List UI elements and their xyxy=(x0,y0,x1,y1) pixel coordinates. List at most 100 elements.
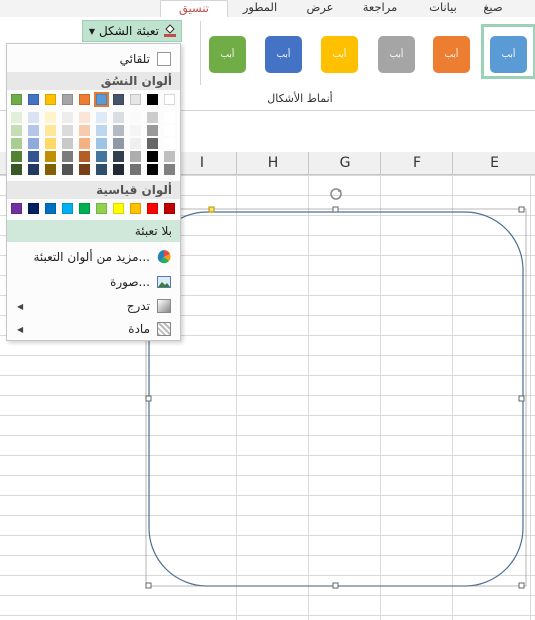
standard-color-swatch[interactable] xyxy=(164,203,175,214)
theme-color-shade-swatch[interactable] xyxy=(45,164,56,175)
theme-color-shade-swatch[interactable] xyxy=(113,164,124,175)
standard-color-swatch[interactable] xyxy=(62,203,73,214)
theme-color-swatch[interactable] xyxy=(62,94,73,105)
theme-color-shade-swatch[interactable] xyxy=(164,138,175,149)
theme-color-shade-swatch[interactable] xyxy=(113,125,124,136)
theme-color-shade-swatch[interactable] xyxy=(62,138,73,149)
column-header[interactable]: E xyxy=(452,152,535,174)
theme-color-shade-swatch[interactable] xyxy=(130,138,141,149)
theme-color-shade-swatch[interactable] xyxy=(96,164,107,175)
theme-color-shade-swatch[interactable] xyxy=(79,164,90,175)
theme-color-shade-swatch[interactable] xyxy=(164,112,175,123)
column-header[interactable]: G xyxy=(308,152,381,174)
theme-color-shade-swatch[interactable] xyxy=(96,125,107,136)
tab-view[interactable]: عرض xyxy=(295,0,345,17)
theme-color-shade-swatch[interactable] xyxy=(130,125,141,136)
menu-item-label: صورة... xyxy=(110,275,150,289)
theme-color-shade-swatch[interactable] xyxy=(45,138,56,149)
theme-color-shade-swatch[interactable] xyxy=(147,112,158,123)
theme-color-shade-swatch[interactable] xyxy=(113,112,124,123)
theme-color-shade-swatch[interactable] xyxy=(62,164,73,175)
texture-icon xyxy=(156,321,172,337)
style-swatch[interactable]: أبب xyxy=(321,36,358,73)
theme-color-swatch[interactable] xyxy=(94,92,109,107)
theme-color-shade-swatch[interactable] xyxy=(113,138,124,149)
tab-developer[interactable]: المطور xyxy=(230,0,290,17)
menu-item-no-fill[interactable]: بلا تعبئة xyxy=(7,220,180,242)
tab-formulas[interactable]: صيغ xyxy=(466,0,520,17)
theme-color-shade-swatch[interactable] xyxy=(96,151,107,162)
theme-color-swatch[interactable] xyxy=(45,94,56,105)
theme-color-shade-swatch[interactable] xyxy=(45,112,56,123)
theme-color-swatch[interactable] xyxy=(130,94,141,105)
standard-color-swatch[interactable] xyxy=(113,203,124,214)
theme-color-shade-swatch[interactable] xyxy=(96,138,107,149)
theme-color-shade-swatch[interactable] xyxy=(45,125,56,136)
theme-color-shade-swatch[interactable] xyxy=(28,138,39,149)
standard-color-swatch[interactable] xyxy=(130,203,141,214)
theme-color-swatch[interactable] xyxy=(28,94,39,105)
theme-color-shade-swatch[interactable] xyxy=(164,164,175,175)
theme-color-shade-swatch[interactable] xyxy=(11,151,22,162)
menu-item-label: مادة xyxy=(128,322,150,336)
chevron-down-icon: ▼ xyxy=(88,26,95,36)
theme-color-shade-swatch[interactable] xyxy=(130,164,141,175)
theme-color-shade-swatch[interactable] xyxy=(164,125,175,136)
tab-data[interactable]: بيانات xyxy=(420,0,466,17)
theme-color-shade-swatch[interactable] xyxy=(62,125,73,136)
column-header[interactable]: F xyxy=(380,152,453,174)
column-header[interactable]: H xyxy=(236,152,309,174)
theme-color-shade-swatch[interactable] xyxy=(147,151,158,162)
menu-item-more-fill-colors[interactable]: مزيد من ألوان التعبئة... xyxy=(7,246,180,268)
menu-item-texture[interactable]: ◀ مادة xyxy=(7,318,180,340)
standard-color-swatch[interactable] xyxy=(11,203,22,214)
theme-color-swatch[interactable] xyxy=(113,94,124,105)
menu-item-label: مزيد من ألوان التعبئة... xyxy=(33,250,150,264)
theme-color-swatch[interactable] xyxy=(79,94,90,105)
theme-color-shade-swatch[interactable] xyxy=(147,164,158,175)
theme-color-shade-swatch[interactable] xyxy=(130,151,141,162)
menu-item-automatic[interactable]: تلقائي xyxy=(7,48,180,70)
menu-item-gradient[interactable]: ◀ تدرج xyxy=(7,295,180,317)
theme-color-shade-swatch[interactable] xyxy=(96,112,107,123)
theme-color-shade-swatch[interactable] xyxy=(28,164,39,175)
standard-color-swatch[interactable] xyxy=(79,203,90,214)
standard-color-swatch[interactable] xyxy=(147,203,158,214)
shape-fill-button[interactable]: ▼ تعبئة الشكل xyxy=(82,20,182,42)
theme-color-shade-swatch[interactable] xyxy=(11,164,22,175)
theme-color-shade-swatch[interactable] xyxy=(11,138,22,149)
style-swatch[interactable]: أبب xyxy=(209,36,246,73)
standard-color-swatch[interactable] xyxy=(28,203,39,214)
style-swatch[interactable]: أبب xyxy=(378,36,415,73)
theme-color-shade-swatch[interactable] xyxy=(11,125,22,136)
theme-color-shade-swatch[interactable] xyxy=(130,112,141,123)
tab-review[interactable]: مراجعة xyxy=(350,0,410,17)
theme-color-shade-swatch[interactable] xyxy=(11,112,22,123)
theme-color-swatch[interactable] xyxy=(164,94,175,105)
theme-color-swatch[interactable] xyxy=(11,94,22,105)
menu-item-picture[interactable]: صورة... xyxy=(7,271,180,293)
standard-color-swatch[interactable] xyxy=(96,203,107,214)
theme-color-shade-swatch[interactable] xyxy=(62,112,73,123)
theme-color-shade-swatch[interactable] xyxy=(28,151,39,162)
theme-color-shade-swatch[interactable] xyxy=(79,138,90,149)
theme-color-shade-swatch[interactable] xyxy=(79,125,90,136)
standard-color-swatch[interactable] xyxy=(45,203,56,214)
theme-color-shade-swatch[interactable] xyxy=(79,112,90,123)
shape-fill-label: تعبئة الشكل xyxy=(98,24,159,38)
theme-color-shade-swatch[interactable] xyxy=(45,151,56,162)
style-swatch[interactable]: أبب xyxy=(490,36,527,73)
style-swatch[interactable]: أبب xyxy=(265,36,302,73)
theme-color-shade-swatch[interactable] xyxy=(28,125,39,136)
color-wheel-icon xyxy=(156,249,172,265)
theme-color-swatch[interactable] xyxy=(147,94,158,105)
theme-color-shade-swatch[interactable] xyxy=(164,151,175,162)
theme-color-shade-swatch[interactable] xyxy=(113,151,124,162)
rounded-rectangle-shape[interactable] xyxy=(140,185,535,595)
theme-color-shade-swatch[interactable] xyxy=(28,112,39,123)
theme-color-shade-swatch[interactable] xyxy=(147,138,158,149)
theme-color-shade-swatch[interactable] xyxy=(79,151,90,162)
style-swatch[interactable]: أبب xyxy=(433,36,470,73)
theme-color-shade-swatch[interactable] xyxy=(62,151,73,162)
theme-color-shade-swatch[interactable] xyxy=(147,125,158,136)
